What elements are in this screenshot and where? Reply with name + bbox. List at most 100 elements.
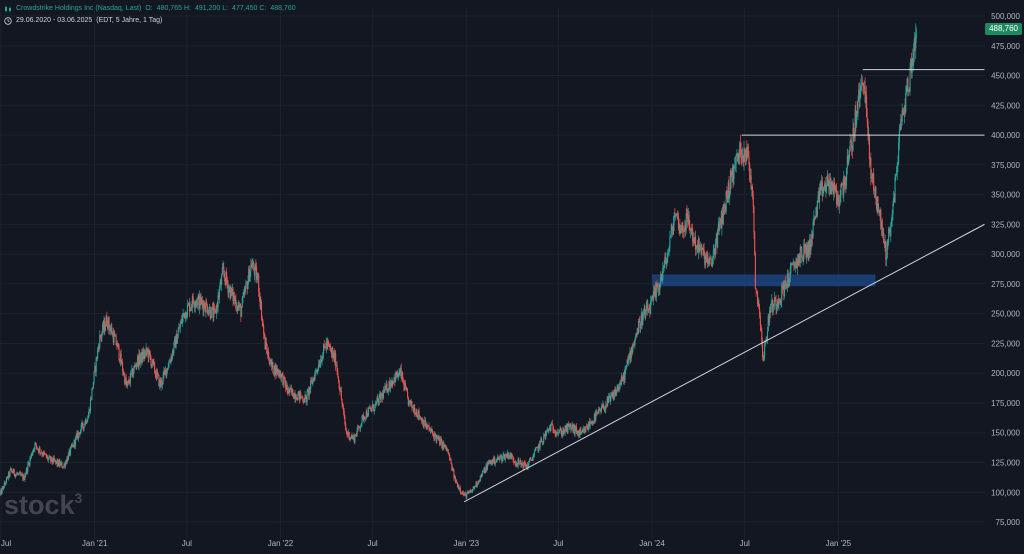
candle-up — [898, 130, 900, 143]
candle-down — [35, 443, 37, 447]
candle-down — [755, 288, 757, 291]
candle-up — [494, 462, 496, 464]
high-label: H: — [183, 5, 191, 12]
candle-down — [118, 345, 120, 360]
y-tick-label: 450,000 — [991, 72, 1020, 81]
candle-down — [327, 341, 330, 345]
candle-down — [323, 344, 325, 347]
y-tick-label: 350,000 — [991, 191, 1020, 200]
stock3-watermark: stock3 — [4, 490, 82, 521]
candle-layer — [0, 23, 917, 500]
candle-down — [754, 231, 756, 254]
watermark-superscript: 3 — [74, 490, 83, 506]
candle-down — [272, 362, 274, 374]
candle-up — [481, 471, 484, 476]
y-tick-label: 150,000 — [991, 429, 1020, 438]
candle-up — [104, 326, 107, 331]
x-tick-label: Jan '25 — [826, 539, 852, 548]
candlestick-chart[interactable]: 75,000 100,000 125,000 150,000 175,000 200,00… — [0, 0, 1024, 549]
candle-down — [761, 342, 764, 357]
candle-up — [504, 455, 506, 460]
candle-up — [245, 282, 247, 289]
x-tick-label: Jul — [1, 539, 11, 548]
candle-up — [533, 451, 536, 456]
y-tick-label: 475,000 — [991, 42, 1020, 51]
candle-up — [733, 166, 735, 179]
watermark-text: stock — [4, 490, 75, 520]
y-tick-label: 200,000 — [991, 369, 1020, 378]
candle-up — [637, 320, 640, 334]
candlestick-icon — [5, 5, 11, 13]
candle-down — [868, 134, 870, 160]
support-zone — [652, 274, 876, 287]
candle-up — [93, 371, 95, 383]
candle-up — [371, 407, 373, 411]
y-tick-label: 225,000 — [991, 339, 1020, 348]
candle-up — [218, 288, 221, 298]
chart-legend: Crowdstrike Holdings Inc (Nasdaq, Last) … — [4, 3, 296, 27]
candle-up — [589, 424, 591, 427]
last-price-tag: 488,760 — [985, 23, 1022, 36]
y-tick-label: 75,000 — [996, 518, 1021, 527]
candle-up — [810, 246, 812, 251]
x-axis: Jul Jan '21 Jul Jan '22 Jul Jan '23 Jul Jan '24… — [1, 539, 852, 548]
candle-up — [766, 331, 769, 340]
close-label: C: — [259, 5, 267, 12]
candle-down — [907, 78, 909, 91]
x-tick-label: Jan '22 — [268, 539, 294, 548]
candle-up — [714, 243, 717, 256]
clock-icon — [4, 17, 12, 25]
candle-up — [610, 395, 612, 402]
close-value: 488,760 — [270, 5, 296, 12]
candle-down — [44, 453, 46, 455]
candle-down — [753, 206, 755, 232]
candle-up — [848, 150, 851, 159]
y-tick-label: 275,000 — [991, 280, 1020, 289]
ascending-trendline — [463, 223, 985, 503]
candle-down — [873, 173, 875, 192]
candle-up — [735, 155, 737, 165]
candle-up — [367, 407, 369, 416]
symbol-name: Crowdstrike Holdings Inc (Nasdaq, Last) — [16, 5, 142, 12]
candle-up — [849, 141, 851, 151]
candle-up — [9, 470, 11, 476]
y-tick-label: 100,000 — [991, 488, 1020, 497]
candle-down — [530, 458, 532, 460]
candle-down — [39, 447, 41, 453]
candle-up — [186, 304, 188, 316]
x-tick-label: Jul — [182, 539, 192, 548]
date-range: 29.06.2020 - 03.06.2025 — [16, 17, 93, 24]
candle-up — [179, 324, 181, 329]
support-zone-layer — [652, 274, 876, 287]
candle-up — [905, 92, 907, 112]
low-value: 477,450 — [232, 5, 258, 12]
legend-symbol-row: Crowdstrike Holdings Inc (Nasdaq, Last) … — [4, 3, 296, 15]
candle-up — [89, 399, 92, 412]
candle-up — [221, 274, 223, 285]
candle-up — [5, 477, 7, 484]
candle-up — [241, 307, 243, 317]
low-label: L: — [222, 5, 229, 12]
candle-up — [669, 236, 671, 248]
chart-area[interactable]: 75,000 100,000 125,000 150,000 175,000 200,00… — [0, 0, 1024, 549]
candle-up — [221, 267, 223, 275]
legend-range-row: 29.06.2020 - 03.06.2025 (EDT, 5 Jahre, 1… — [4, 15, 296, 27]
y-tick-label: 325,000 — [991, 220, 1020, 229]
candle-down — [752, 194, 754, 207]
candle-down — [407, 391, 409, 398]
candle-down — [340, 390, 342, 400]
candle-down — [223, 273, 226, 279]
open-label: O: — [145, 5, 153, 12]
x-tick-label: Jan '21 — [82, 539, 108, 548]
candle-up — [585, 426, 587, 433]
candle-up — [360, 426, 362, 429]
y-tick-label: 400,000 — [991, 131, 1020, 140]
x-tick-label: Jan '24 — [639, 539, 665, 548]
candle-up — [177, 331, 179, 338]
candle-up — [915, 29, 917, 39]
candle-down — [754, 253, 756, 289]
x-tick-label: Jul — [367, 539, 377, 548]
candle-up — [27, 463, 29, 472]
candle-up — [168, 362, 170, 368]
y-tick-label: 300,000 — [991, 250, 1020, 259]
